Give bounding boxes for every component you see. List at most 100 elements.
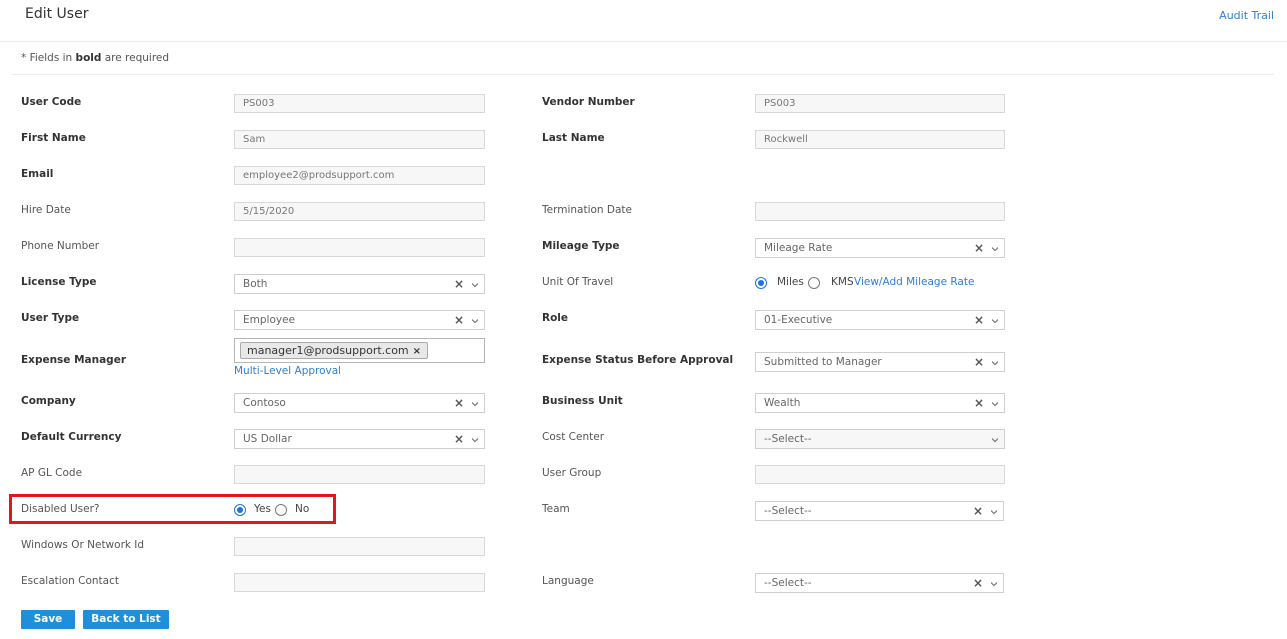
first-name-label: First Name	[21, 132, 86, 144]
user-code-field[interactable]: PS003	[234, 94, 485, 113]
mileage-type-select[interactable]: Mileage Rate ×	[755, 238, 1005, 258]
chevron-down-icon[interactable]	[992, 360, 998, 366]
last-name-field[interactable]: Rockwell	[755, 130, 1005, 149]
phone-number-field[interactable]	[234, 238, 485, 257]
audit-trail-link[interactable]: Audit Trail	[1219, 9, 1274, 22]
termination-date-label: Termination Date	[542, 204, 633, 216]
chevron-down-icon[interactable]	[992, 401, 998, 407]
cost-center-label: Cost Center	[542, 431, 605, 443]
chevron-down-icon[interactable]	[992, 246, 998, 252]
back-to-list-button[interactable]: Back to List	[83, 610, 169, 629]
chevron-down-icon[interactable]	[991, 509, 997, 515]
clear-icon[interactable]: ×	[974, 311, 984, 329]
remove-chip-icon[interactable]: ×	[413, 346, 421, 357]
view-add-mileage-rate-link[interactable]: View/Add Mileage Rate	[854, 276, 974, 288]
expense-status-select[interactable]: Submitted to Manager ×	[755, 352, 1005, 372]
required-fields-note: * Fields in bold are required	[21, 52, 169, 64]
user-type-select[interactable]: Employee ×	[234, 310, 485, 330]
windows-id-label: Windows Or Network Id	[21, 539, 145, 551]
user-type-value: Employee	[243, 314, 296, 326]
unit-of-travel-label: Unit Of Travel	[542, 276, 614, 288]
language-select[interactable]: --Select-- ×	[755, 573, 1004, 593]
clear-icon[interactable]: ×	[454, 430, 464, 448]
clear-icon[interactable]: ×	[454, 311, 464, 329]
business-unit-label: Business Unit	[542, 395, 623, 407]
role-label: Role	[542, 312, 569, 324]
multi-level-approval-link[interactable]: Multi-Level Approval	[234, 365, 341, 377]
clear-icon[interactable]: ×	[973, 502, 983, 520]
vendor-number-field[interactable]: PS003	[755, 94, 1005, 113]
chevron-down-icon[interactable]	[992, 437, 998, 443]
role-select[interactable]: 01-Executive ×	[755, 310, 1005, 330]
team-label: Team	[542, 503, 570, 515]
disabled-yes-radio[interactable]	[234, 504, 246, 516]
company-label: Company	[21, 395, 76, 407]
license-type-select[interactable]: Both ×	[234, 274, 485, 294]
email-label: Email	[21, 168, 54, 180]
clear-icon[interactable]: ×	[974, 239, 984, 257]
clear-icon[interactable]: ×	[973, 574, 983, 592]
language-label: Language	[542, 575, 594, 587]
expense-manager-label: Expense Manager	[21, 354, 126, 366]
cost-center-value: --Select--	[764, 433, 812, 445]
user-code-label: User Code	[21, 96, 82, 108]
vendor-number-label: Vendor Number	[542, 96, 635, 108]
phone-number-label: Phone Number	[21, 240, 100, 252]
expense-status-value: Submitted to Manager	[764, 356, 882, 368]
ap-gl-code-label: AP GL Code	[21, 467, 83, 479]
clear-icon[interactable]: ×	[454, 394, 464, 412]
hire-date-label: Hire Date	[21, 204, 71, 216]
default-currency-value: US Dollar	[243, 433, 292, 445]
default-currency-select[interactable]: US Dollar ×	[234, 429, 485, 449]
cost-center-select[interactable]: --Select--	[755, 429, 1005, 449]
mileage-type-value: Mileage Rate	[764, 242, 833, 254]
expense-status-label: Expense Status Before Approval	[542, 354, 734, 366]
note-suffix: are required	[101, 52, 170, 64]
license-type-value: Both	[243, 278, 268, 290]
chevron-down-icon[interactable]	[472, 318, 478, 324]
page-title: Edit User	[25, 6, 89, 22]
clear-icon[interactable]: ×	[974, 353, 984, 371]
hire-date-field[interactable]: 5/15/2020	[234, 202, 485, 221]
email-field[interactable]: employee2@prodsupport.com	[234, 166, 485, 185]
user-type-label: User Type	[21, 312, 80, 324]
user-group-field[interactable]	[755, 465, 1005, 484]
business-unit-select[interactable]: Wealth ×	[755, 393, 1005, 413]
chip-label: manager1@prodsupport.com	[247, 344, 409, 357]
business-unit-value: Wealth	[764, 397, 801, 409]
disabled-yes-label: Yes	[254, 503, 271, 515]
miles-radio[interactable]	[755, 277, 767, 289]
save-button[interactable]: Save	[21, 610, 75, 629]
license-type-label: License Type	[21, 276, 97, 288]
chevron-down-icon[interactable]	[472, 401, 478, 407]
first-name-field[interactable]: Sam	[234, 130, 485, 149]
role-value: 01-Executive	[764, 314, 833, 326]
expense-manager-chip: manager1@prodsupport.com ×	[240, 342, 429, 359]
kms-radio[interactable]	[808, 277, 820, 289]
default-currency-label: Default Currency	[21, 431, 122, 443]
chevron-down-icon[interactable]	[472, 282, 478, 288]
windows-id-field[interactable]	[234, 537, 485, 556]
miles-label: Miles	[777, 276, 804, 288]
note-prefix: * Fields in	[21, 52, 76, 64]
kms-label: KMS	[831, 276, 854, 288]
disabled-no-radio[interactable]	[275, 504, 287, 516]
last-name-label: Last Name	[542, 132, 605, 144]
team-value: --Select--	[764, 505, 812, 517]
disabled-no-label: No	[295, 503, 310, 515]
termination-date-field[interactable]	[755, 202, 1005, 221]
ap-gl-code-field[interactable]	[234, 465, 485, 484]
chevron-down-icon[interactable]	[992, 318, 998, 324]
chevron-down-icon[interactable]	[472, 437, 478, 443]
expense-manager-multiselect[interactable]: manager1@prodsupport.com ×	[234, 338, 485, 363]
user-group-label: User Group	[542, 467, 602, 479]
clear-icon[interactable]: ×	[454, 275, 464, 293]
escalation-contact-label: Escalation Contact	[21, 575, 119, 587]
clear-icon[interactable]: ×	[974, 394, 984, 412]
disabled-user-label: Disabled User?	[21, 503, 100, 515]
team-select[interactable]: --Select-- ×	[755, 501, 1004, 521]
escalation-contact-field[interactable]	[234, 573, 485, 592]
note-bold: bold	[75, 52, 102, 64]
company-select[interactable]: Contoso ×	[234, 393, 485, 413]
chevron-down-icon[interactable]	[991, 581, 997, 587]
